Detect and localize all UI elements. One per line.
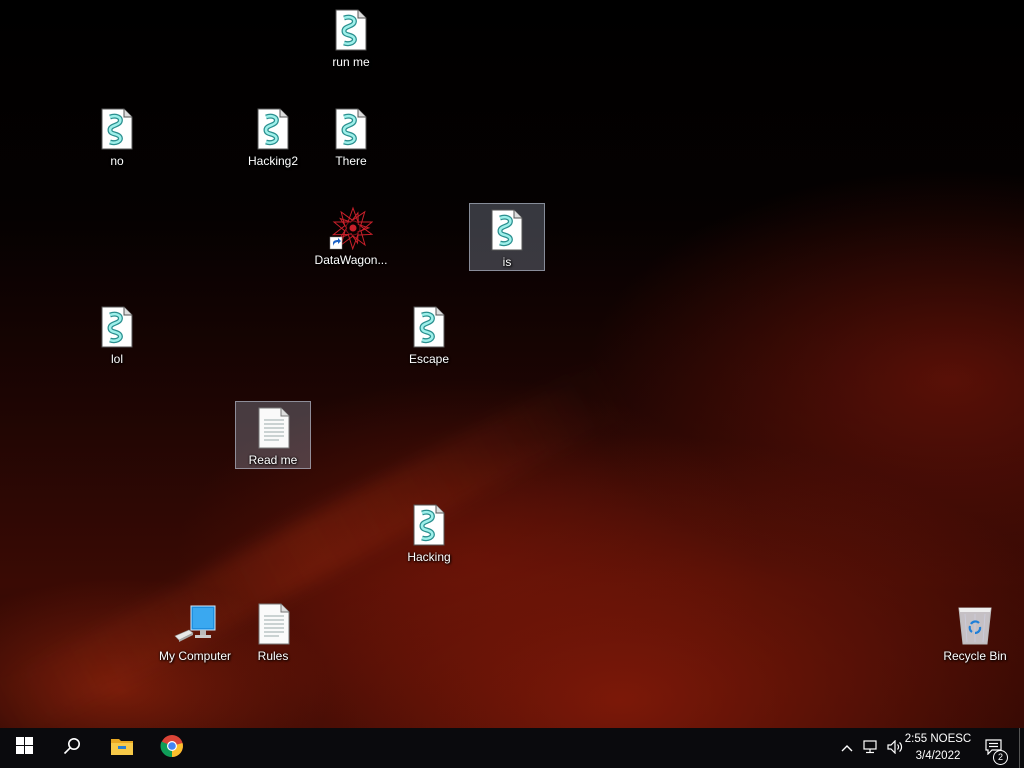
icon-label: Rules bbox=[257, 649, 289, 663]
icon-label: run me bbox=[332, 55, 370, 69]
icon-label: no bbox=[110, 154, 124, 168]
clock-date: 3/4/2022 bbox=[915, 750, 961, 762]
script-icon bbox=[251, 107, 295, 151]
icon-label: Recycle Bin bbox=[943, 649, 1007, 663]
wallpaper-light-streak bbox=[0, 359, 634, 728]
icon-label: Read me bbox=[248, 453, 298, 467]
computer-icon bbox=[173, 602, 217, 646]
tray-overflow-button[interactable] bbox=[836, 728, 858, 768]
icon-label: is bbox=[502, 255, 512, 269]
chrome-icon bbox=[160, 734, 184, 763]
desktop-icon-rules[interactable]: Rules bbox=[235, 598, 311, 666]
desktop: run me no Hacking2 There DataWagon... is… bbox=[0, 0, 1024, 728]
taskbar-chrome[interactable] bbox=[148, 728, 196, 768]
taskbar: 2:55 NOESC 3/4/2022 bbox=[0, 728, 1024, 768]
icon-label: There bbox=[335, 154, 367, 168]
desktop-icon-run-me[interactable]: run me bbox=[313, 4, 389, 72]
desktop-icon-hacking[interactable]: Hacking bbox=[391, 499, 467, 567]
text-document-icon bbox=[251, 602, 295, 646]
script-icon bbox=[95, 107, 139, 151]
icon-label: Hacking2 bbox=[247, 154, 299, 168]
script-icon bbox=[329, 107, 373, 151]
icon-label: DataWagon... bbox=[314, 253, 388, 267]
script-icon bbox=[95, 305, 139, 349]
taskbar-file-explorer[interactable] bbox=[98, 728, 146, 768]
network-icon bbox=[863, 739, 879, 757]
starburst-shortcut-icon bbox=[329, 206, 374, 251]
show-desktop-divider[interactable] bbox=[1019, 728, 1020, 768]
script-icon bbox=[485, 208, 529, 252]
network-button[interactable] bbox=[860, 728, 882, 768]
desktop-icon-no[interactable]: no bbox=[79, 103, 155, 171]
desktop-icon-read-me[interactable]: Read me bbox=[235, 401, 311, 469]
desktop-icon-hacking2[interactable]: Hacking2 bbox=[235, 103, 311, 171]
clock[interactable]: 2:55 NOESC 3/4/2022 bbox=[904, 731, 972, 765]
search-button[interactable] bbox=[48, 728, 96, 768]
desktop-icon-escape[interactable]: Escape bbox=[391, 301, 467, 369]
file-explorer-icon bbox=[110, 736, 134, 761]
chevron-up-icon bbox=[841, 741, 853, 755]
clock-time: 2:55 NOESC bbox=[904, 733, 972, 745]
script-icon bbox=[329, 8, 373, 52]
desktop-icon-lol[interactable]: lol bbox=[79, 301, 155, 369]
desktop-icon-is[interactable]: is bbox=[469, 203, 545, 271]
script-icon bbox=[407, 305, 451, 349]
notification-count-badge: 2 bbox=[993, 750, 1008, 765]
icon-label: lol bbox=[110, 352, 123, 366]
icon-label: My Computer bbox=[158, 649, 232, 663]
recycle-bin-icon bbox=[953, 602, 997, 646]
text-document-icon bbox=[251, 406, 295, 450]
desktop-icon-my-computer[interactable]: My Computer bbox=[157, 598, 233, 666]
script-icon bbox=[407, 503, 451, 547]
volume-button[interactable] bbox=[884, 728, 906, 768]
desktop-icon-recycle-bin[interactable]: Recycle Bin bbox=[937, 598, 1013, 666]
search-icon bbox=[63, 737, 81, 760]
start-button[interactable] bbox=[0, 728, 48, 768]
icon-label: Escape bbox=[408, 352, 450, 366]
windows-start-icon bbox=[15, 737, 33, 759]
icon-label: Hacking bbox=[407, 550, 451, 564]
volume-icon bbox=[886, 739, 904, 757]
desktop-icon-there[interactable]: There bbox=[313, 103, 389, 171]
desktop-icon-datawagon[interactable]: DataWagon... bbox=[313, 202, 389, 270]
